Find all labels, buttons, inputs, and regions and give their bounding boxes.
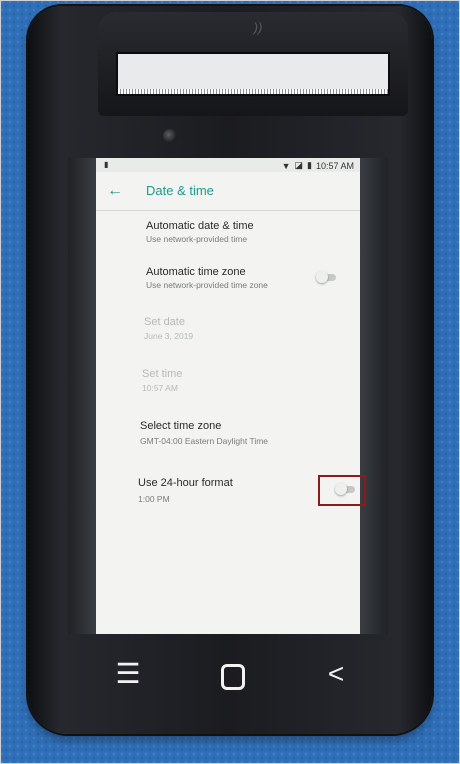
setting-summary: 10:57 AM (142, 383, 178, 393)
navigation-bar: ☰ < (60, 640, 400, 716)
setting-title: Automatic time zone (146, 266, 246, 278)
setting-summary: Use network-provided time (146, 234, 248, 244)
device-screen: ▮ ▼ ◪ ▮ 10:57 AM ← Date & time Automatic… (96, 158, 360, 634)
status-icons: ▼ ◪ ▮ 10:57 AM (282, 160, 354, 171)
signal-icon: ◪ (294, 160, 304, 170)
contactless-logo-icon: )) (253, 20, 263, 35)
toggle-thumb (316, 271, 328, 283)
setting-select-time-zone[interactable]: Select time zone GMT-04:00 Eastern Dayli… (96, 416, 360, 452)
setting-title: Set time (142, 368, 183, 380)
setting-set-date[interactable]: Set date June 3, 2019 (96, 312, 360, 346)
setting-title: Select time zone (140, 420, 222, 432)
wifi-icon: ▼ (281, 160, 291, 171)
back-arrow-icon[interactable]: ← (104, 180, 126, 202)
home-icon[interactable] (210, 654, 250, 694)
setting-summary: GMT-04:00 Eastern Daylight Time (140, 436, 269, 446)
battery-icon: ▮ (307, 160, 312, 170)
setting-summary: June 3, 2019 (144, 331, 194, 341)
setting-summary: 1:00 PM (138, 494, 170, 504)
automatic-time-zone-toggle[interactable] (316, 271, 338, 283)
annotation-highlight-box (318, 475, 366, 506)
screen-bezel-left (68, 158, 96, 634)
setting-set-time[interactable]: Set time 10:57 AM (96, 364, 360, 398)
setting-title: Use 24-hour format (138, 477, 233, 489)
setting-title: Set date (144, 316, 185, 328)
setting-title: Automatic date & time (146, 220, 254, 232)
screen-bezel-right (360, 158, 388, 634)
menu-icon[interactable]: ☰ (108, 654, 148, 694)
setting-automatic-date-time[interactable]: Automatic date & time Use network-provid… (96, 214, 360, 248)
page-title: Date & time (146, 183, 214, 198)
setting-automatic-time-zone[interactable]: Automatic time zone Use network-provided… (96, 260, 360, 294)
receipt-paper-slot (116, 52, 390, 96)
sd-card-icon: ▮ (104, 160, 109, 169)
status-time: 10:57 AM (315, 160, 354, 171)
back-icon[interactable]: < (316, 654, 356, 694)
status-bar: ▮ ▼ ◪ ▮ 10:57 AM (96, 158, 360, 172)
camera-lens (163, 129, 177, 143)
setting-summary: Use network-provided time zone (146, 280, 268, 290)
app-toolbar: ← Date & time (96, 172, 360, 211)
home-square-shape (221, 664, 245, 690)
